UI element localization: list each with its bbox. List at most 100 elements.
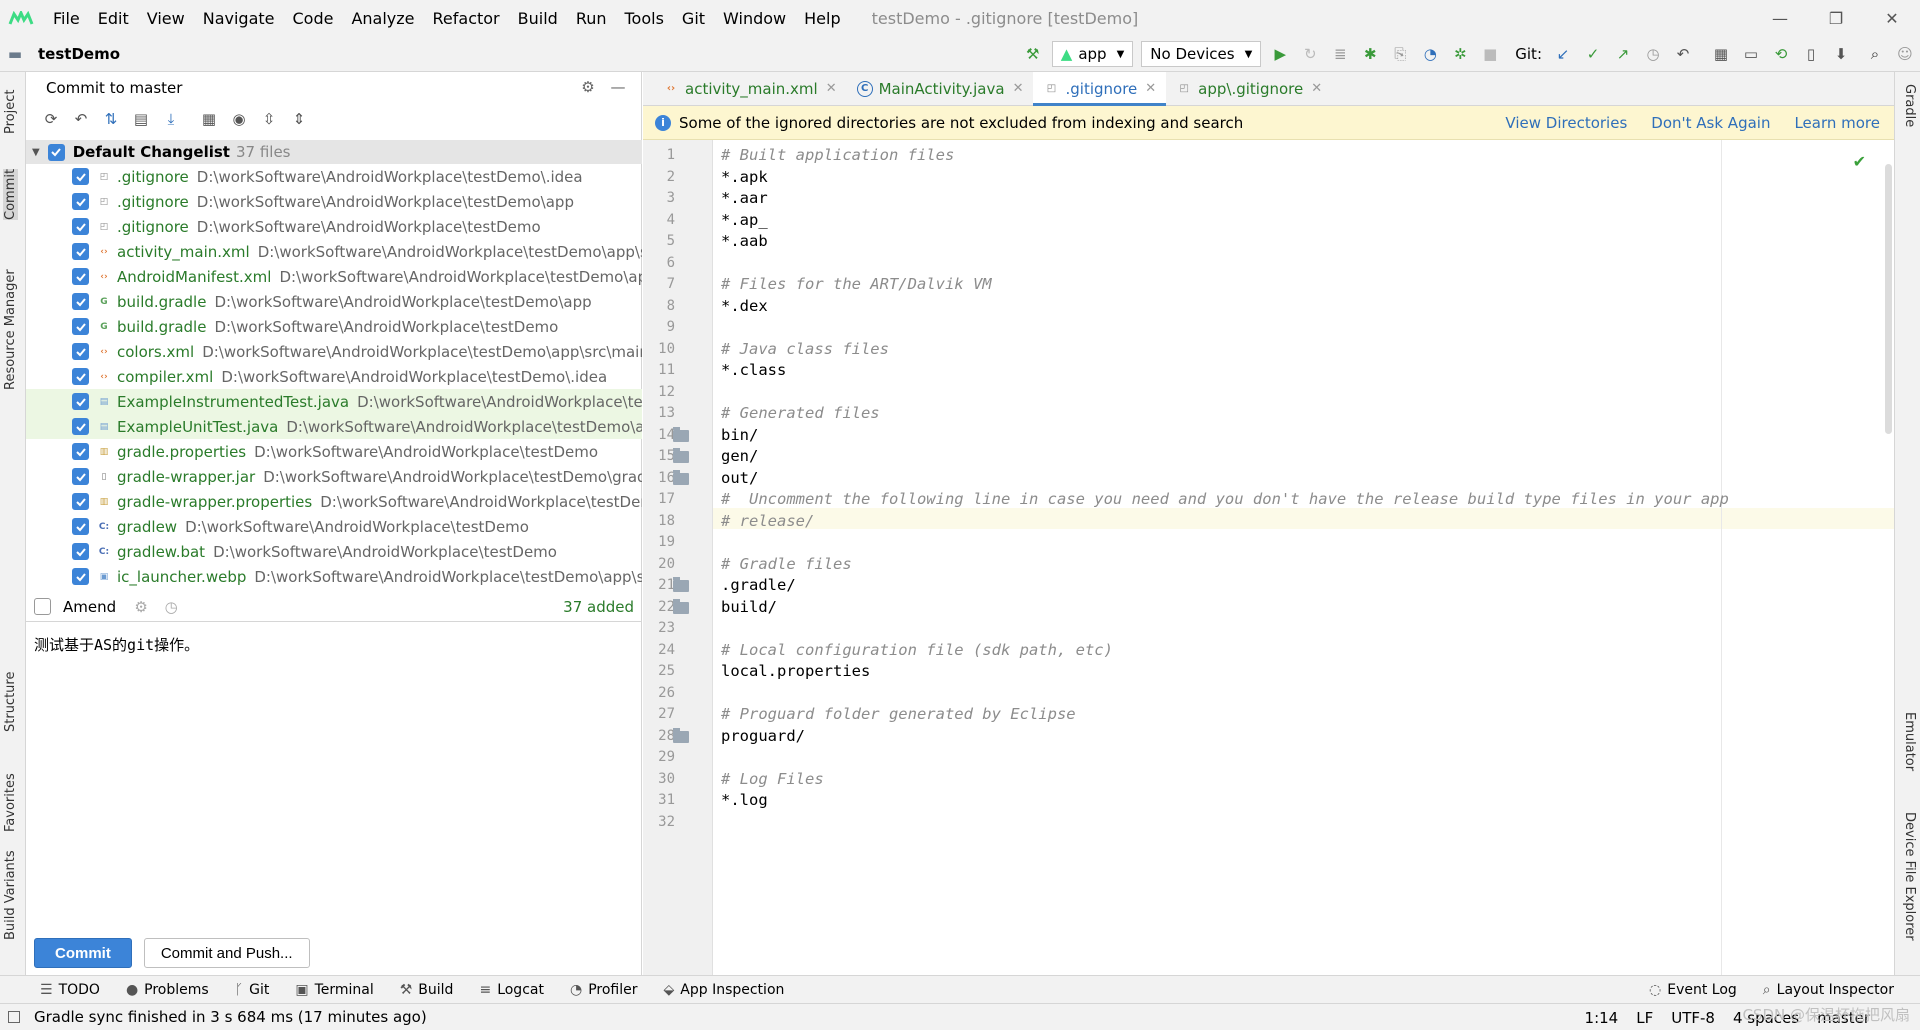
build-tool-button[interactable]: ⚒ Build xyxy=(400,982,454,998)
profiler-tool-button[interactable]: ◔ Profiler xyxy=(570,982,638,998)
file-row[interactable]: ◰ .gitignore D:\workSoftware\AndroidWorkpl… xyxy=(26,214,642,239)
menu-help[interactable]: Help xyxy=(795,9,849,28)
view-directories-link[interactable]: View Directories xyxy=(1505,114,1627,132)
menu-build[interactable]: Build xyxy=(509,9,567,28)
editor-tab[interactable]: ‹› activity_main.xml ✕ xyxy=(653,72,847,106)
project-name[interactable]: testDemo xyxy=(38,45,120,63)
close-tab-icon[interactable]: ✕ xyxy=(826,81,837,96)
refresh-icon[interactable]: ⟳ xyxy=(42,110,60,128)
menu-view[interactable]: View xyxy=(138,9,194,28)
file-row[interactable]: ‹› compiler.xml D:\workSoftware\AndroidWor… xyxy=(26,364,642,389)
debug-icon[interactable]: ✱ xyxy=(1361,45,1379,63)
amend-label[interactable]: Amend xyxy=(63,598,116,616)
file-row[interactable]: ‹› colors.xml D:\workSoftware\AndroidWorkp… xyxy=(26,339,642,364)
file-checkbox[interactable] xyxy=(72,193,89,210)
file-row[interactable]: ‹› activity_main.xml D:\workSoftware\Andro… xyxy=(26,239,642,264)
file-checkbox[interactable] xyxy=(72,368,89,385)
eye-icon[interactable]: ◉ xyxy=(230,110,248,128)
build-variants-tool-tab[interactable]: Build Variants xyxy=(3,850,18,940)
file-row[interactable]: ◰ .gitignore D:\workSoftware\AndroidWorkpl… xyxy=(26,164,642,189)
file-row[interactable]: C: gradlew.bat D:\workSoftware\AndroidWork… xyxy=(26,539,642,564)
apply-changes-icon[interactable]: ✲ xyxy=(1451,45,1469,63)
file-checkbox[interactable] xyxy=(72,343,89,360)
commit-and-push-button[interactable]: Commit and Push... xyxy=(143,938,310,968)
coverage-icon[interactable]: ≣ xyxy=(1331,45,1349,63)
commit-message-input[interactable]: 测试基于AS的git操作。 xyxy=(34,634,199,655)
git-tool-button[interactable]: ᚴ Git xyxy=(235,982,270,998)
file-row[interactable]: ▣ ic_launcher.webp D:\workSoftware\Android… xyxy=(26,564,642,586)
file-checkbox[interactable] xyxy=(72,243,89,260)
file-row[interactable]: ‹› AndroidManifest.xml D:\workSoftware\And… xyxy=(26,264,642,289)
rerun-icon[interactable]: ↻ xyxy=(1301,45,1319,63)
git-push-icon[interactable]: ↗ xyxy=(1614,45,1632,63)
file-checkbox[interactable] xyxy=(72,568,89,585)
todo-tool-button[interactable]: ☰ TODO xyxy=(40,982,100,998)
commit-button[interactable]: Commit xyxy=(34,938,132,968)
menu-navigate[interactable]: Navigate xyxy=(194,9,284,28)
file-checkbox[interactable] xyxy=(72,268,89,285)
git-commit-icon[interactable]: ✓ xyxy=(1584,45,1602,63)
hammer-build-icon[interactable]: ⚒ xyxy=(1024,45,1042,63)
menu-refactor[interactable]: Refactor xyxy=(424,9,509,28)
rollback-icon[interactable]: ↶ xyxy=(72,110,90,128)
profile-icon[interactable]: ◔ xyxy=(1421,45,1439,63)
event-log-tool-button[interactable]: ◌ Event Log xyxy=(1649,982,1737,998)
close-tab-icon[interactable]: ✕ xyxy=(1013,81,1024,96)
file-checkbox[interactable] xyxy=(72,168,89,185)
device-select[interactable]: No Devices ▼ xyxy=(1141,41,1262,67)
file-checkbox[interactable] xyxy=(72,418,89,435)
run-icon[interactable]: ▶ xyxy=(1271,45,1289,63)
file-row[interactable]: ▥ gradle.properties D:\workSoftware\Androi… xyxy=(26,439,642,464)
file-encoding[interactable]: UTF-8 xyxy=(1671,1009,1715,1027)
code-view[interactable]: 1 2 3 4 5 6 7 8 9 10 11 12 13 14 15 16 17 18 19 20 21 22 23 24 2… xyxy=(643,140,1894,975)
status-message[interactable]: Gradle sync finished in 3 s 684 ms (17 m… xyxy=(34,1008,427,1026)
run-config-select[interactable]: ▲ app ▼ xyxy=(1051,41,1134,67)
chevron-down-icon[interactable]: ▼ xyxy=(32,147,40,158)
device-file-explorer-tool-tab[interactable]: Device File Explorer xyxy=(1902,812,1917,941)
file-checkbox[interactable] xyxy=(72,318,89,335)
device-manager-icon[interactable]: ▯ xyxy=(1802,45,1820,63)
menu-code[interactable]: Code xyxy=(284,9,343,28)
file-checkbox[interactable] xyxy=(72,218,89,235)
commit-tool-tab[interactable]: Commit xyxy=(3,168,18,220)
menu-edit[interactable]: Edit xyxy=(89,9,138,28)
terminal-tool-button[interactable]: ▣ Terminal xyxy=(295,982,373,998)
logcat-tool-button[interactable]: ≡ Logcat xyxy=(479,982,544,998)
menu-window[interactable]: Window xyxy=(714,9,795,28)
file-row[interactable]: ▥ gradle-wrapper.properties D:\workSoftwar… xyxy=(26,489,642,514)
file-checkbox[interactable] xyxy=(72,443,89,460)
close-tab-icon[interactable]: ✕ xyxy=(1145,81,1156,96)
favorites-tool-tab[interactable]: Favorites xyxy=(3,773,18,832)
gear-icon[interactable]: ⚙ xyxy=(132,598,150,616)
file-checkbox[interactable] xyxy=(72,518,89,535)
layout-inspector-tool-button[interactable]: ⌕ Layout Inspector xyxy=(1763,982,1894,998)
editor-tab[interactable]: ◰ app\.gitignore ✕ xyxy=(1166,72,1332,106)
file-row[interactable]: ▤ ExampleInstrumentedTest.java D:\workSoft… xyxy=(26,389,642,414)
file-row[interactable]: Gbuild.gradle D:\workSoftware\AndroidWork… xyxy=(26,314,642,339)
problems-tool-button[interactable]: ● Problems xyxy=(126,982,209,998)
caret-position[interactable]: 1:14 xyxy=(1585,1009,1619,1027)
editor-tab[interactable]: C MainActivity.java ✕ xyxy=(847,72,1034,106)
shelve-icon[interactable]: ⤓ xyxy=(162,110,180,128)
avd-manager-icon[interactable]: ▭ xyxy=(1742,45,1760,63)
attach-debugger-icon[interactable]: ⎘ xyxy=(1391,45,1409,63)
amend-checkbox[interactable] xyxy=(34,598,51,615)
file-row[interactable]: ▯ gradle-wrapper.jar D:\workSoftware\Andro… xyxy=(26,464,642,489)
menu-tools[interactable]: Tools xyxy=(616,9,673,28)
search-icon[interactable]: ⌕ xyxy=(1866,45,1884,63)
dont-ask-again-link[interactable]: Don't Ask Again xyxy=(1651,114,1770,132)
editor-scrollbar[interactable] xyxy=(1882,140,1894,975)
line-separator[interactable]: LF xyxy=(1636,1009,1653,1027)
file-row[interactable]: ▤ ExampleUnitTest.java D:\workSoftware\And… xyxy=(26,414,642,439)
resource-manager-tool-tab[interactable]: Resource Manager xyxy=(3,269,18,390)
file-row[interactable]: Gbuild.gradle D:\workSoftware\AndroidWork… xyxy=(26,289,642,314)
menu-run[interactable]: Run xyxy=(567,9,616,28)
hide-panel-icon[interactable]: — xyxy=(609,78,627,96)
group-by-icon[interactable]: ▦ xyxy=(200,110,218,128)
structure-tool-tab[interactable]: Structure xyxy=(3,672,18,732)
menu-file[interactable]: File xyxy=(44,9,89,28)
minimize-button[interactable]: — xyxy=(1752,9,1808,28)
file-row[interactable]: C: gradlew D:\workSoftware\AndroidWorkplac… xyxy=(26,514,642,539)
gradle-tool-tab[interactable]: Gradle xyxy=(1902,84,1917,127)
emulator-tool-tab[interactable]: Emulator xyxy=(1902,712,1917,771)
